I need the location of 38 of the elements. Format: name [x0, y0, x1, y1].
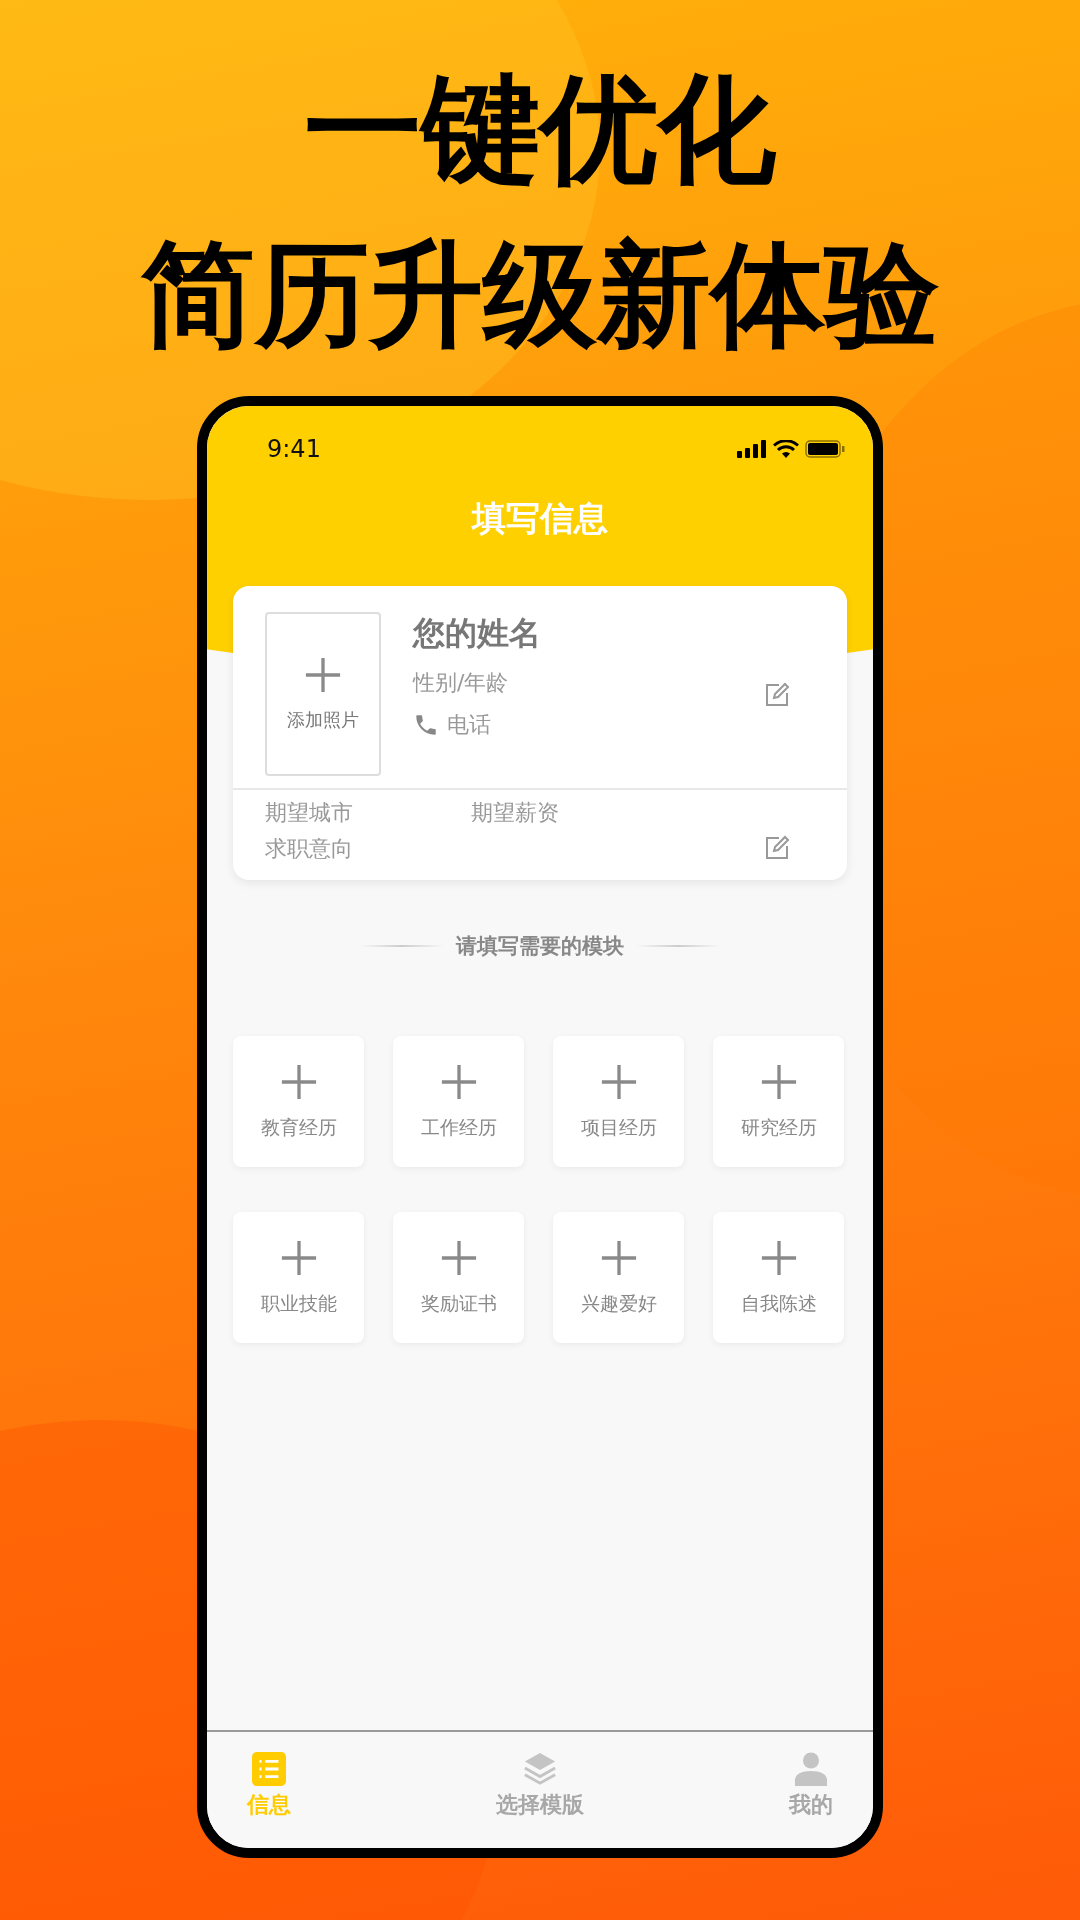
plus-icon — [279, 1062, 318, 1101]
module-button[interactable]: 职业技能 — [233, 1212, 364, 1343]
plus-icon — [599, 1062, 638, 1101]
plus-icon — [279, 1238, 318, 1277]
plus-icon — [759, 1238, 798, 1277]
expected-salary-field[interactable]: 期望薪资 — [471, 798, 559, 828]
plus-icon — [439, 1238, 478, 1277]
module-button[interactable]: 研究经历 — [713, 1036, 844, 1167]
signal-icon — [737, 440, 767, 458]
list-icon — [252, 1752, 286, 1786]
module-button[interactable]: 项目经历 — [553, 1036, 684, 1167]
gender-age-field[interactable]: 性别/年龄 — [413, 668, 765, 698]
status-time: 9:41 — [267, 435, 321, 463]
layers-icon — [523, 1752, 557, 1786]
tab[interactable]: 选择模版 — [496, 1752, 584, 1848]
expected-city-field[interactable]: 期望城市 — [265, 798, 471, 828]
edit-icon[interactable] — [765, 681, 791, 707]
module-button[interactable]: 工作经历 — [393, 1036, 524, 1167]
module-button[interactable]: 自我陈述 — [713, 1212, 844, 1343]
phone-field[interactable]: 电话 — [447, 710, 491, 740]
edit-icon[interactable] — [765, 834, 791, 860]
section-title: 请填写需要的模块 — [456, 933, 624, 960]
plus-icon — [759, 1062, 798, 1101]
person-icon — [794, 1752, 828, 1786]
plus-icon — [599, 1238, 638, 1277]
plus-icon — [304, 656, 342, 694]
add-photo-button[interactable]: 添加照片 — [265, 612, 381, 776]
battery-icon — [805, 440, 845, 458]
module-button[interactable]: 兴趣爱好 — [553, 1212, 684, 1343]
plus-icon — [439, 1062, 478, 1101]
module-button[interactable]: 教育经历 — [233, 1036, 364, 1167]
module-button[interactable]: 奖励证书 — [393, 1212, 524, 1343]
job-intention-field[interactable]: 求职意向 — [265, 834, 353, 864]
name-field[interactable]: 您的姓名 — [413, 612, 765, 656]
screen-title: 填写信息 — [470, 497, 609, 540]
tab[interactable]: 我的 — [789, 1752, 833, 1848]
headline: 一键优化 — [304, 70, 776, 188]
wifi-icon — [773, 440, 799, 458]
